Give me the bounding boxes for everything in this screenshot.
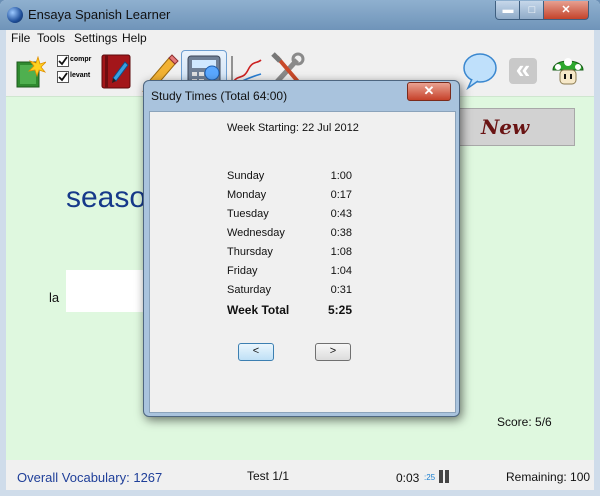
dictionary-book-icon[interactable] bbox=[99, 52, 135, 90]
check-compr-label: compr bbox=[70, 56, 92, 63]
window-title: Ensaya Spanish Learner bbox=[28, 7, 171, 22]
menu-bar: File Tools Settings Help bbox=[6, 30, 594, 46]
previous-week-button[interactable]: < bbox=[238, 343, 274, 361]
menu-file[interactable]: File bbox=[11, 31, 30, 45]
test-counter-label: Test 1/1 bbox=[247, 469, 290, 483]
week-total-label: Week Total bbox=[227, 303, 290, 317]
prompt-word: seaso bbox=[66, 181, 147, 214]
day-label: Saturday bbox=[227, 284, 272, 296]
day-time: 0:17 bbox=[330, 189, 352, 201]
check-levant-checkbox[interactable] bbox=[57, 71, 69, 83]
day-label: Friday bbox=[227, 265, 258, 277]
status-bar: Overall Vocabulary: 1267 Test 1/1 0:03 :… bbox=[6, 460, 594, 490]
pause-icon[interactable] bbox=[438, 470, 450, 483]
day-time: 1:08 bbox=[330, 246, 352, 258]
remaining-label: Remaining: 100 bbox=[506, 470, 591, 484]
score-label: Score: 5/6 bbox=[497, 415, 552, 429]
dialog-close-button[interactable]: ✕ bbox=[407, 82, 451, 101]
study-times-dialog: Study Times (Total 64:00) ✕ Week Startin… bbox=[143, 80, 460, 417]
day-time: 0:31 bbox=[330, 284, 352, 296]
menu-settings[interactable]: Settings bbox=[74, 31, 117, 45]
check-compr-checkbox[interactable] bbox=[57, 55, 69, 67]
title-bar: Ensaya Spanish Learner ▬ □ ✕ bbox=[0, 0, 600, 30]
menu-tools[interactable]: Tools bbox=[37, 31, 65, 45]
new-lesson-icon[interactable] bbox=[16, 55, 47, 88]
week-total-value: 5:25 bbox=[327, 303, 352, 317]
day-time: 1:00 bbox=[330, 170, 352, 182]
day-label: Tuesday bbox=[227, 208, 269, 220]
elapsed-time-label: 0:03 bbox=[396, 471, 420, 485]
speech-bubble-icon[interactable] bbox=[462, 52, 498, 91]
maximize-button[interactable]: □ bbox=[519, 1, 545, 20]
answer-input[interactable] bbox=[66, 270, 150, 312]
day-time: 0:43 bbox=[330, 208, 352, 220]
day-label: Thursday bbox=[227, 246, 273, 258]
day-label: Sunday bbox=[227, 170, 265, 182]
article-label: la bbox=[49, 290, 60, 305]
back-double-chevron-button[interactable]: « bbox=[509, 56, 537, 84]
dialog-title: Study Times (Total 64:00) bbox=[151, 89, 288, 103]
minimize-button[interactable]: ▬ bbox=[495, 1, 521, 20]
new-word-button[interactable]: New bbox=[456, 108, 575, 146]
elapsed-seconds-label: :25 bbox=[424, 473, 436, 482]
week-starting-label: Week Starting: 22 Jul 2012 bbox=[227, 122, 359, 134]
green-mushroom-icon[interactable] bbox=[551, 52, 585, 88]
app-globe-icon bbox=[7, 7, 23, 23]
day-time: 1:04 bbox=[330, 265, 352, 277]
close-window-button[interactable]: ✕ bbox=[543, 1, 589, 20]
dialog-body: Week Starting: 22 Jul 2012 Sunday 1:00 M… bbox=[149, 111, 456, 413]
overall-vocabulary-label: Overall Vocabulary: 1267 bbox=[17, 470, 163, 485]
menu-help[interactable]: Help bbox=[122, 31, 147, 45]
day-label: Wednesday bbox=[227, 227, 285, 239]
next-week-button[interactable]: > bbox=[315, 343, 351, 361]
check-levant-label: levant bbox=[70, 72, 91, 79]
day-label: Monday bbox=[227, 189, 267, 201]
day-time: 0:38 bbox=[330, 227, 352, 239]
